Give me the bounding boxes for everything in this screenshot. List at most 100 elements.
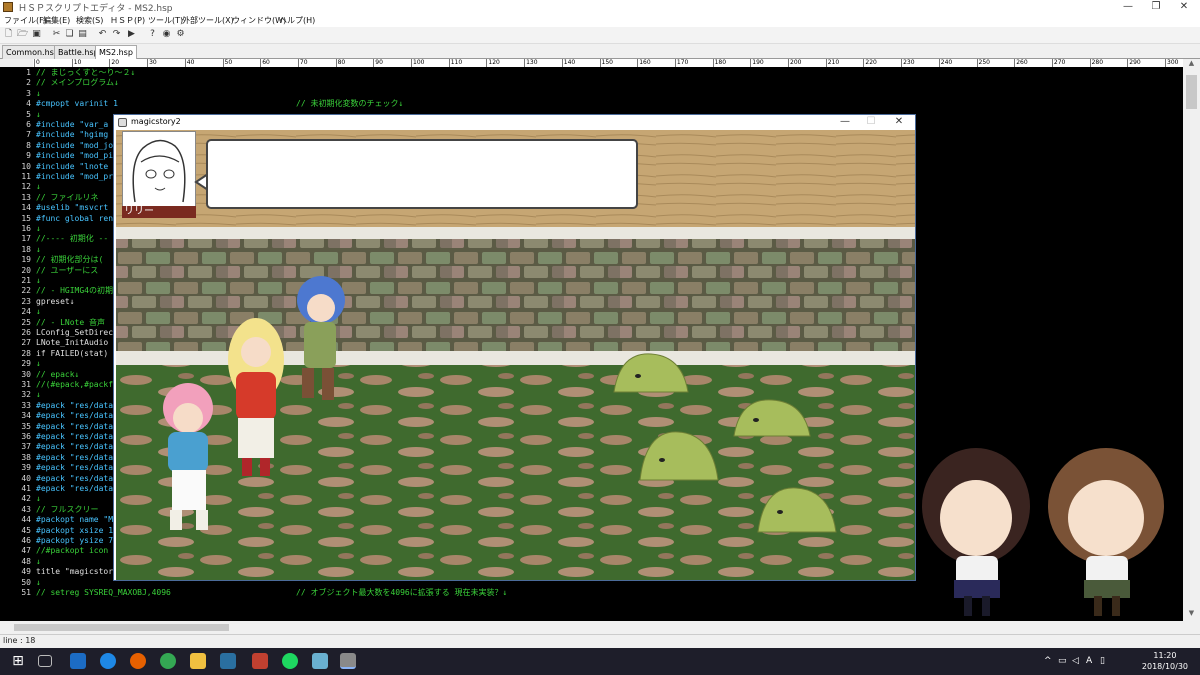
debug-icon[interactable]: ◉ bbox=[161, 29, 172, 40]
system-clock[interactable]: 11:20 2018/10/30 bbox=[1142, 650, 1188, 672]
menu-hsp[interactable]: ＨＳＰ(P) bbox=[110, 15, 145, 26]
minimize-button[interactable]: — bbox=[1114, 0, 1142, 14]
battery-icon[interactable]: ▯ bbox=[1100, 656, 1105, 666]
spotify-icon[interactable] bbox=[282, 653, 298, 669]
code-line[interactable]: #uselib "msvcrt bbox=[36, 203, 108, 213]
maximize-button[interactable]: ❐ bbox=[1142, 0, 1170, 14]
code-line[interactable]: // setreg SYSREQ_MAXOBJ,4096 // オブジェクト最大数… bbox=[36, 588, 507, 598]
open-file-icon[interactable]: 🗁 bbox=[17, 29, 28, 40]
messaging-icon[interactable] bbox=[220, 653, 236, 669]
copy-icon[interactable]: ❏ bbox=[64, 29, 75, 40]
code-line[interactable]: #epack "res/data bbox=[36, 453, 113, 463]
code-line[interactable]: #epack "res/data bbox=[36, 432, 113, 442]
code-line[interactable]: #epack "res/data bbox=[36, 484, 113, 494]
code-line[interactable]: ↓ bbox=[36, 89, 41, 99]
menu-tools[interactable]: ツール(T) bbox=[148, 15, 183, 26]
code-line[interactable]: #include "mod_jo bbox=[36, 141, 113, 151]
close-button[interactable]: ✕ bbox=[1170, 0, 1198, 14]
code-line[interactable]: LNote_InitAudio bbox=[36, 338, 108, 348]
game-close-button[interactable]: ✕ bbox=[886, 115, 912, 130]
file-explorer-icon[interactable] bbox=[190, 653, 206, 669]
code-line[interactable]: #func global ren bbox=[36, 214, 113, 224]
code-line[interactable]: ↓ bbox=[36, 494, 41, 504]
code-line[interactable]: #epack "res/data bbox=[36, 422, 113, 432]
code-line[interactable]: #epack "res/data bbox=[36, 401, 113, 411]
code-line[interactable]: //(#epack,#packf bbox=[36, 380, 113, 390]
code-line[interactable]: #include "mod_pr bbox=[36, 172, 113, 182]
code-line[interactable]: ↓ bbox=[36, 307, 41, 317]
code-line[interactable]: #include "mod_pi bbox=[36, 151, 113, 161]
code-line[interactable]: ↓ bbox=[36, 110, 41, 120]
windows-start-icon[interactable]: ⊞ bbox=[10, 653, 26, 669]
menu-search[interactable]: 検索(S) bbox=[76, 15, 103, 26]
code-line[interactable]: #include "var_a bbox=[36, 120, 108, 130]
code-line[interactable]: #include "lnote bbox=[36, 162, 108, 172]
code-line[interactable]: //---- 初期化 -- bbox=[36, 234, 108, 244]
game-maximize-button[interactable]: ☐ bbox=[858, 115, 884, 130]
code-line[interactable]: ↓ bbox=[36, 224, 41, 234]
code-line[interactable]: ↓ bbox=[36, 182, 41, 192]
code-line[interactable]: // メインプログラム↓ bbox=[36, 78, 119, 88]
code-line[interactable]: // まじっくすと～り～２↓ bbox=[36, 68, 135, 78]
network-icon[interactable]: ▭ bbox=[1058, 656, 1067, 666]
new-file-icon[interactable]: 🗋 bbox=[3, 29, 14, 40]
notepad-icon[interactable] bbox=[312, 653, 328, 669]
vertical-scrollbar[interactable]: ▲ ▼ bbox=[1183, 59, 1200, 621]
code-line[interactable]: // ユーザーにス bbox=[36, 266, 98, 276]
code-line[interactable]: #epack "res/data bbox=[36, 474, 113, 484]
firefox-icon[interactable] bbox=[130, 653, 146, 669]
code-line[interactable]: LConfig_SetDirec bbox=[36, 328, 113, 338]
edge-icon[interactable] bbox=[100, 653, 116, 669]
mail-icon[interactable] bbox=[70, 653, 86, 669]
code-line[interactable]: // epack↓ bbox=[36, 370, 79, 380]
code-line[interactable]: #cmpopt varinit 1 // 未初期化変数のチェック↓ bbox=[36, 99, 403, 109]
chrome-icon[interactable] bbox=[160, 653, 176, 669]
run-icon[interactable]: ▶ bbox=[126, 29, 137, 40]
game-app-taskbar-icon[interactable] bbox=[252, 653, 268, 669]
menu-external-tools[interactable]: 外部ツール(X) bbox=[182, 15, 234, 26]
scroll-down-icon[interactable]: ▼ bbox=[1183, 609, 1200, 621]
code-line[interactable]: // ファイルリネ bbox=[36, 193, 98, 203]
code-line[interactable]: #packopt ysize 7 bbox=[36, 536, 113, 546]
cut-icon[interactable]: ✂ bbox=[51, 29, 62, 40]
scroll-up-icon[interactable]: ▲ bbox=[1183, 59, 1200, 71]
tray-expand-icon[interactable]: ^ bbox=[1044, 656, 1052, 666]
volume-icon[interactable]: ◁ bbox=[1072, 656, 1079, 666]
hsp-editor-taskbar-icon[interactable] bbox=[340, 653, 356, 669]
menu-help[interactable]: ヘルプ(H) bbox=[279, 15, 315, 26]
code-line[interactable]: #packopt xsize 1 bbox=[36, 526, 113, 536]
undo-icon[interactable]: ↶ bbox=[97, 29, 108, 40]
code-line[interactable]: // フルスクリー bbox=[36, 505, 98, 515]
tab-ms2[interactable]: MS2.hsp bbox=[95, 45, 137, 59]
code-line[interactable]: #packopt name "M bbox=[36, 515, 113, 525]
horizontal-scrollbar[interactable] bbox=[0, 621, 1200, 634]
help-icon[interactable]: ? bbox=[147, 29, 158, 40]
code-line[interactable]: if FAILED(stat) bbox=[36, 349, 108, 359]
code-line[interactable]: ↓ bbox=[36, 390, 41, 400]
code-line[interactable]: ↓ bbox=[36, 557, 41, 567]
game-window[interactable]: magicstory2 — ☐ ✕ リリー bbox=[113, 114, 916, 581]
ime-mode-indicator[interactable]: A bbox=[1086, 656, 1092, 666]
game-scene[interactable]: リリー bbox=[116, 130, 915, 580]
code-line[interactable]: // - LNote 音声 bbox=[36, 318, 105, 328]
save-icon[interactable]: ▣ bbox=[31, 29, 42, 40]
code-line[interactable]: #epack "res/data bbox=[36, 442, 113, 452]
redo-icon[interactable]: ↷ bbox=[111, 29, 122, 40]
code-line[interactable]: #epack "res/data bbox=[36, 411, 113, 421]
code-line[interactable]: ↓ bbox=[36, 578, 41, 588]
menu-file[interactable]: ファイル(F) bbox=[4, 15, 47, 26]
vertical-scroll-thumb[interactable] bbox=[1186, 75, 1197, 109]
code-line[interactable]: // 初期化部分は( bbox=[36, 255, 103, 265]
menu-edit[interactable]: 編集(E) bbox=[43, 15, 70, 26]
task-view-icon[interactable] bbox=[38, 655, 52, 667]
tool-icon[interactable]: ⚙ bbox=[175, 29, 186, 40]
game-minimize-button[interactable]: — bbox=[832, 115, 858, 130]
code-line[interactable]: //#packopt icon bbox=[36, 546, 108, 556]
code-line[interactable]: gpreset↓ bbox=[36, 297, 75, 307]
code-line[interactable]: ↓ bbox=[36, 359, 41, 369]
horizontal-scroll-thumb[interactable] bbox=[14, 624, 229, 631]
paste-icon[interactable]: ▤ bbox=[77, 29, 88, 40]
code-line[interactable]: #include "hgimg bbox=[36, 130, 108, 140]
code-line[interactable]: #epack "res/data bbox=[36, 463, 113, 473]
code-line[interactable]: ↓ bbox=[36, 245, 41, 255]
